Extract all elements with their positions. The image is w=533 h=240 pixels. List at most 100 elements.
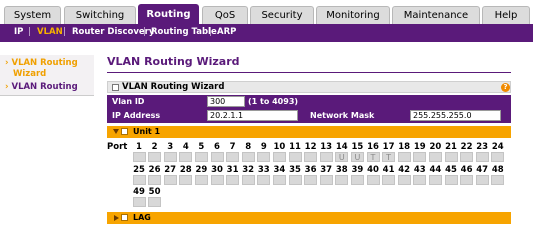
tab-help[interactable]: Help [482,6,530,24]
port-selector[interactable] [226,152,240,162]
subnav-arp[interactable]: ARP [217,27,236,37]
tab-switching[interactable]: Switching [64,6,136,24]
port-selector[interactable] [428,175,442,185]
port-selector[interactable] [226,175,240,185]
port-selector[interactable] [491,152,505,162]
port-number: 3 [167,142,174,152]
port-number: 22 [460,142,473,152]
port-number: 21 [445,142,457,152]
ip-row: IP Address 20.2.1.1 Network Mask 255.255… [107,109,511,123]
sidebar-item-vlan-routing[interactable]: › VLAN Routing [5,82,78,92]
port-selector[interactable] [319,152,333,162]
subnav-ip[interactable]: IP [14,27,23,37]
port-selector[interactable]: U [350,152,364,162]
port-selector[interactable] [132,175,146,185]
port-selector[interactable] [257,175,271,185]
unit-1-header[interactable]: Unit 1 [107,126,511,138]
port-selector[interactable] [335,175,349,185]
port-number: 31 [226,165,239,175]
vlan-id-row: Vlan ID 300 (1 to 4093) [107,95,511,109]
port-selector[interactable] [288,175,302,185]
port-selector[interactable] [397,175,411,185]
port-selector[interactable] [382,175,396,185]
port-selector[interactable] [491,175,505,185]
port-selector[interactable] [475,175,489,185]
select-all-checkbox[interactable] [121,128,128,135]
port-selector[interactable] [194,152,208,162]
port-selector[interactable] [460,152,474,162]
port-selector[interactable] [460,175,474,185]
port-number: 44 [429,165,442,175]
port-selector[interactable] [272,152,286,162]
port-selector[interactable] [241,152,255,162]
tab-routing[interactable]: Routing [138,4,199,24]
port-number: 7 [229,142,236,152]
port-selector[interactable] [272,175,286,185]
port-selector[interactable]: T [382,152,396,162]
port-selector[interactable] [350,175,364,185]
port-selector[interactable] [413,152,427,162]
port-selector[interactable] [148,152,162,162]
port-selector[interactable] [444,152,458,162]
port-selector[interactable] [179,175,193,185]
tab-maintenance[interactable]: Maintenance [392,6,480,24]
port-selector[interactable] [444,175,458,185]
port-selector[interactable] [148,175,162,185]
tab-monitoring[interactable]: Monitoring [316,6,390,24]
port-selector[interactable] [304,175,318,185]
port-number: 8 [245,142,252,152]
lag-label: LAG [133,213,151,222]
port-selector[interactable] [319,175,333,185]
port-selector[interactable]: U [335,152,349,162]
page-title: VLAN Routing Wizard [107,55,240,68]
port-selector[interactable] [210,175,224,185]
tab-system[interactable]: System [4,6,61,24]
port-selector[interactable] [475,152,489,162]
ip-address-label: IP Address [112,111,161,120]
port-selector[interactable] [210,152,224,162]
port-number: 14 [335,142,348,152]
port-selector[interactable] [288,152,302,162]
port-number: 18 [398,142,411,152]
port-selector[interactable] [194,175,208,185]
tab-qos[interactable]: QoS [202,6,248,24]
port-selector[interactable] [179,152,193,162]
port-selector[interactable] [163,175,177,185]
tab-security[interactable]: Security [250,6,314,24]
port-selector[interactable] [257,152,271,162]
sidebar-item-vlan-routing-wizard[interactable]: › VLAN Routing [5,58,78,68]
sidebar-item-label-continued[interactable]: Wizard [13,69,46,79]
port-selector[interactable] [304,152,318,162]
port-selector[interactable] [163,152,177,162]
port-number: 10 [273,142,286,152]
port-selector[interactable] [132,152,146,162]
port-selector[interactable] [366,175,380,185]
port-selector[interactable] [132,197,146,207]
port-number: 41 [382,165,395,175]
port-number: 25 [133,165,145,175]
port-selector[interactable] [428,152,442,162]
network-mask-field[interactable]: 255.255.255.0 [410,110,501,121]
wizard-section-header[interactable]: VLAN Routing Wizard ? [107,81,511,93]
lag-header[interactable]: LAG [107,212,511,224]
help-icon[interactable]: ? [501,83,510,92]
lag-checkbox[interactable] [121,214,128,221]
port-selector[interactable] [148,197,162,207]
subnav-vlan[interactable]: VLAN [37,27,63,37]
port-number: 6 [214,142,220,152]
subnav-routing-table[interactable]: Routing Table [151,27,217,37]
port-selector[interactable] [241,175,255,185]
port-number: 17 [382,142,395,152]
vlan-id-field[interactable]: 300 [207,96,245,107]
port-number: 32 [242,165,255,175]
port-number: 27 [164,165,177,175]
ip-address-field[interactable]: 20.2.1.1 [207,110,298,121]
port-selector[interactable] [413,175,427,185]
port-selector[interactable] [397,152,411,162]
port-number: 50 [148,187,161,197]
expand-right-icon [114,215,119,221]
chevron-right-icon: › [5,58,9,68]
port-number: 9 [260,142,267,152]
port-label: Port [107,142,128,152]
port-selector[interactable]: T [366,152,380,162]
